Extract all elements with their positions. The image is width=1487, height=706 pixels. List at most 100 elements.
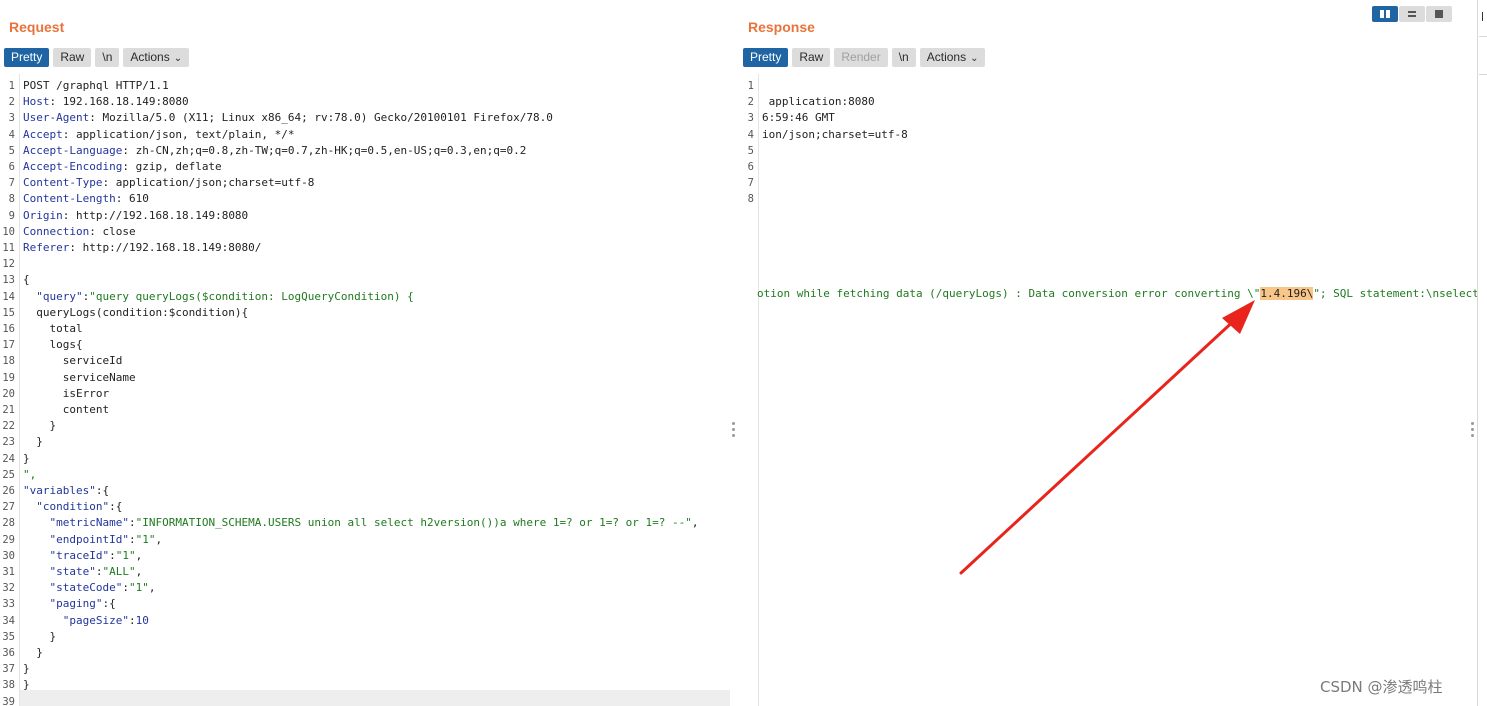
response-tab-render[interactable]: Render: [834, 48, 888, 67]
line-number: 19: [2, 371, 15, 384]
token: "metricName": [23, 516, 129, 530]
token: serviceName: [23, 370, 136, 384]
response-actions-label: Actions: [926, 50, 967, 64]
token: Accept-Language: [23, 143, 123, 157]
inspector-strip[interactable]: [1477, 0, 1487, 706]
token: :: [122, 581, 129, 595]
request-line: 5 Accept-Language: zh-CN,zh;q=0.8,zh-TW;q…: [0, 143, 730, 159]
code-text: }: [23, 418, 56, 434]
token: :{: [95, 484, 110, 497]
token: serviceId: [23, 354, 123, 368]
code-text: }: [23, 629, 56, 645]
request-line: 15 queryLogs(condition:$condition){: [0, 305, 730, 321]
code-text: Accept: application/json, text/plain, */…: [23, 127, 295, 143]
request-line: 3 User-Agent: Mozilla/5.0 (X11; Linux x86…: [0, 110, 730, 126]
line-number: 26: [2, 485, 15, 497]
line-number: 24: [2, 452, 15, 465]
line-number: 35: [2, 630, 15, 643]
code-text: }: [23, 434, 43, 450]
line-number: 34: [2, 614, 15, 627]
pane-scroll-handle[interactable]: [1471, 422, 1474, 440]
request-tab-raw[interactable]: Raw: [53, 48, 92, 67]
version-highlight: 1.4.196\: [1260, 287, 1314, 300]
request-line: 30 "traceId":"1",: [0, 548, 730, 564]
code-text: "variables":{: [23, 483, 109, 499]
token: }: [23, 678, 30, 692]
token: }: [23, 419, 57, 433]
request-line: 4 Accept: application/json, text/plain, *…: [0, 127, 730, 143]
code-text: ion/json;charset=utf-8: [762, 127, 908, 143]
token: "endpointId": [23, 532, 129, 546]
code-text: {: [23, 272, 30, 288]
code-text: "stateCode":"1",: [23, 580, 155, 596]
request-tab-newline[interactable]: \n: [95, 48, 120, 67]
response-actions-dropdown[interactable]: Actions ⌄: [919, 48, 986, 67]
request-line: 19 serviceName: [0, 370, 730, 386]
line-number: 3: [8, 112, 15, 125]
request-line: 10 Connection: close: [0, 224, 730, 240]
token: "traceId": [23, 548, 110, 562]
single-pane-icon[interactable]: [1426, 6, 1452, 22]
token: Accept: [23, 127, 63, 141]
request-line: 26 "variables":{: [0, 483, 730, 499]
pane-resize-handle[interactable]: [732, 422, 735, 440]
token: :{: [102, 597, 116, 611]
token: ,: [691, 516, 699, 530]
response-tab-pretty[interactable]: Pretty: [743, 48, 789, 67]
response-line: 3 6:59:46 GMT: [739, 110, 1477, 126]
token: Host: [23, 95, 50, 109]
response-tab-raw[interactable]: Raw: [792, 48, 831, 67]
code-text: Accept-Encoding: gzip, deflate: [23, 159, 222, 175]
code-text: 6:59:46 GMT: [762, 110, 835, 126]
line-number: 6: [8, 161, 15, 173]
line-number: 12: [2, 258, 15, 271]
line-number: 11: [2, 242, 15, 254]
request-editor[interactable]: 1 POST /graphql HTTP/1.1 2 Host: 192.168.18…: [0, 74, 730, 706]
line-number: 21: [2, 404, 15, 416]
code-text: logs{: [23, 337, 82, 353]
response-toolbar: Pretty Raw Render \n Actions ⌄: [743, 48, 989, 68]
line-number: 32: [2, 582, 15, 595]
token: "pageSize": [23, 613, 129, 627]
response-pane: Response Pretty Raw Render \n Actions ⌄ otion…: [739, 0, 1477, 706]
request-line: 28 "metricName":"INFORMATION_SCHEMA.USER…: [0, 515, 730, 531]
line-number: 30: [2, 549, 15, 562]
line-number: 3: [747, 112, 754, 125]
request-line: 21 content: [0, 402, 730, 418]
token: isError: [23, 386, 110, 400]
response-line: 4 ion/json;charset=utf-8: [739, 127, 1477, 143]
token: 10: [135, 613, 149, 627]
token: }: [23, 435, 43, 449]
line-number: 9: [8, 209, 15, 222]
code-text: Referer: http://192.168.18.149:8080/: [23, 240, 261, 256]
request-line: 39: [0, 694, 730, 706]
token: : Mozilla/5.0 (X11; Linux x86_64; rv:78.…: [89, 111, 553, 125]
line-number: 23: [2, 436, 15, 449]
token: }: [23, 646, 43, 659]
request-tab-pretty[interactable]: Pretty: [4, 48, 50, 67]
line-number: 10: [2, 225, 15, 238]
response-title: Response: [748, 19, 815, 35]
line-number: 4: [747, 128, 754, 141]
token: Connection: [23, 224, 90, 238]
split-vertical-icon[interactable]: [1399, 6, 1425, 22]
response-editor[interactable]: otion while fetching data (/queryLogs) :…: [739, 74, 1477, 706]
request-line: 24}: [0, 451, 730, 467]
request-pane: Request Pretty Raw \n Actions ⌄ 1 POST /graph…: [0, 0, 730, 706]
request-actions-dropdown[interactable]: Actions ⌄: [123, 48, 190, 67]
request-line: 38}: [0, 677, 730, 693]
code-text: ",: [23, 467, 36, 483]
chevron-down-icon: ⌄: [173, 53, 183, 64]
line-number: 13: [2, 274, 15, 287]
request-line: 9 Origin: http://192.168.18.149:8080: [0, 208, 730, 224]
token: "query": [23, 289, 83, 303]
token: : application/json, text/plain, */*: [62, 127, 295, 141]
token: :: [128, 532, 136, 546]
code-text: Origin: http://192.168.18.149:8080: [23, 208, 248, 224]
response-tab-newline[interactable]: \n: [891, 48, 916, 67]
line-number: 7: [8, 177, 15, 190]
token: ion/json;charset=utf-8: [762, 127, 908, 141]
chevron-down-icon: ⌄: [970, 53, 979, 64]
split-horizontal-icon[interactable]: [1372, 6, 1398, 22]
code-text: Content-Type: application/json;charset=u…: [23, 175, 314, 191]
